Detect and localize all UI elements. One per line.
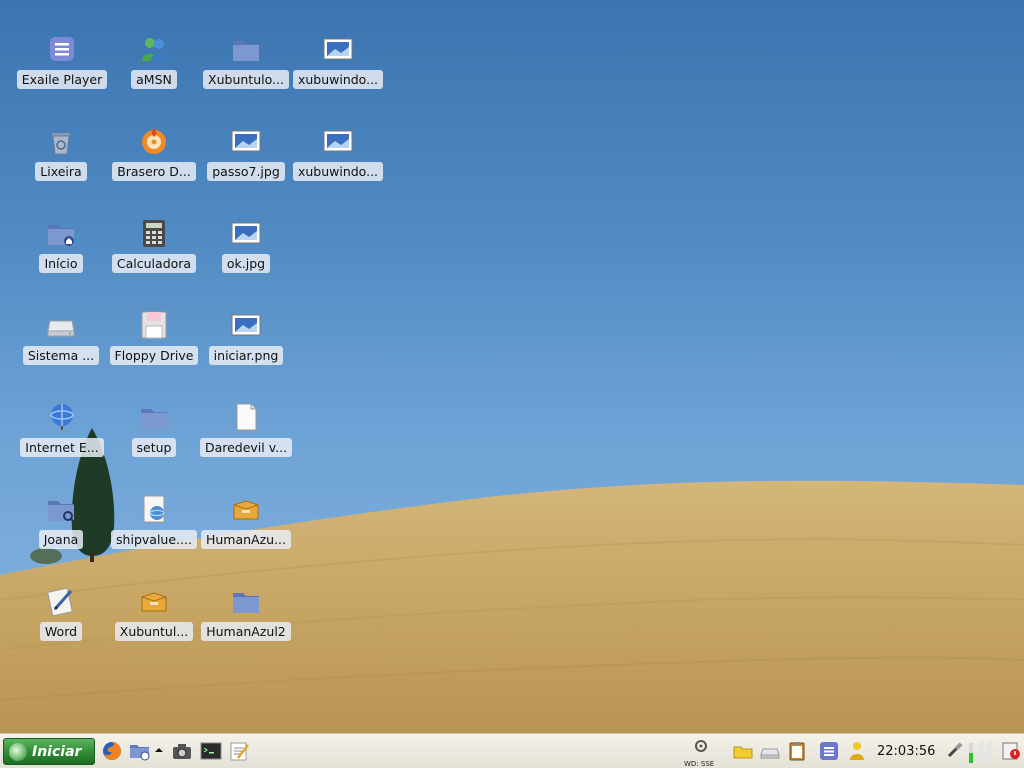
desktop-icon-label: passo7.jpg (207, 162, 285, 181)
home-folder-icon (44, 216, 78, 250)
desktop-icon-label: Xubuntulo... (203, 70, 289, 89)
word-processor-icon (44, 584, 78, 618)
desktop-icon-label: Joana (38, 530, 84, 549)
package-box-icon (137, 584, 171, 618)
image-file-icon (229, 216, 263, 250)
desktop-icon-label: Xubuntul... (114, 622, 194, 641)
desktop-icon-label: Início (39, 254, 83, 273)
trash-icon (44, 124, 78, 158)
desktop-icon-xubuwindo-1[interactable]: xubuwindo... (292, 8, 384, 96)
folder-tray-icon[interactable] (732, 740, 754, 762)
package-box-icon (229, 492, 263, 526)
desktop-icon-passo7[interactable]: passo7.jpg (200, 100, 292, 188)
desktop-icon-amsn[interactable]: aMSN (108, 8, 200, 96)
start-logo-icon (9, 742, 27, 761)
clock[interactable]: 22:03:56 (877, 744, 935, 759)
logout-icon[interactable] (1000, 740, 1022, 762)
desktop-icon-humanazul2[interactable]: HumanAzul2 (200, 560, 292, 648)
desktop-icon-label: aMSN (131, 70, 177, 89)
desktop-icon-label: iniciar.png (208, 346, 284, 365)
desktop-icon-label: setup (131, 438, 177, 457)
file-manager-icon[interactable] (129, 740, 151, 762)
music-player-tray-icon[interactable] (818, 740, 840, 762)
desktop-icon-humanazu[interactable]: HumanAzu... (200, 468, 292, 556)
desktop-icon-label: Calculadora (111, 254, 197, 273)
desktop-icon-shipvalue[interactable]: shipvalue.... (108, 468, 200, 556)
web-document-icon (137, 492, 171, 526)
desktop-icon-floppy-drive[interactable]: Floppy Drive (108, 284, 200, 372)
desktop-icon-label: ok.jpg (221, 254, 271, 273)
taskbar: Iniciar WD: SSE 22:03:56 (0, 733, 1024, 768)
start-label: Iniciar (32, 743, 82, 760)
desktop-icon-daredevil[interactable]: Daredevil v... (199, 376, 293, 464)
start-button[interactable]: Iniciar (3, 738, 95, 765)
image-file-icon (321, 124, 355, 158)
clipboard-icon[interactable] (786, 740, 808, 762)
network-wireless-icon[interactable] (690, 737, 712, 759)
text-editor-icon[interactable] (228, 740, 250, 762)
terminal-icon[interactable] (200, 740, 222, 762)
desktop-icon-xubuntulo[interactable]: Xubuntulo... (200, 8, 292, 96)
desktop-icon-trash[interactable]: Lixeira (15, 100, 107, 188)
desktop[interactable]: Exaile Player Lixeira Início Sistema ...… (0, 0, 1024, 733)
desktop-icon-iniciar-png[interactable]: iniciar.png (200, 284, 292, 372)
desktop-icon-internet-explorer[interactable]: Internet E... (16, 376, 108, 464)
battery-level-icon (967, 737, 997, 763)
brasero-disc-icon (137, 124, 171, 158)
desktop-icon-home[interactable]: Início (15, 192, 107, 280)
hard-drive-icon (44, 308, 78, 342)
desktop-icon-label: Brasero D... (112, 162, 196, 181)
floppy-drive-icon (137, 308, 171, 342)
desktop-icon-label: Sistema ... (22, 346, 100, 365)
desktop-icon-exaile-player[interactable]: Exaile Player (16, 8, 108, 96)
search-folder-icon (44, 492, 78, 526)
image-file-icon (229, 308, 263, 342)
user-messenger-icon[interactable] (846, 740, 868, 762)
folder-icon (229, 32, 263, 66)
desktop-icon-setup[interactable]: setup (108, 376, 200, 464)
drive-tray-icon[interactable] (759, 740, 781, 762)
desktop-icon-label: HumanAzul2 (201, 622, 291, 641)
desktop-icon-label: xubuwindo... (292, 162, 384, 181)
wifi-status-label: WD: SSE (684, 760, 715, 768)
desktop-icon-brasero[interactable]: Brasero D... (108, 100, 200, 188)
desktop-icon-word[interactable]: Word (15, 560, 107, 648)
camera-icon[interactable] (171, 740, 193, 762)
desktop-icon-label: Lixeira (35, 162, 87, 181)
desktop-icon-xubuwindo-2[interactable]: xubuwindo... (292, 100, 384, 188)
desktop-icon-label: shipvalue.... (111, 530, 197, 549)
desktop-icon-xubuntul[interactable]: Xubuntul... (108, 560, 200, 648)
chevron-down-icon[interactable] (154, 740, 164, 762)
desktop-icon-label: Exaile Player (16, 70, 108, 89)
desktop-icon-calculadora[interactable]: Calculadora (108, 192, 200, 280)
internet-globe-icon (45, 400, 79, 434)
desktop-icon-label: Floppy Drive (109, 346, 199, 365)
folder-icon (137, 400, 171, 434)
image-file-icon (229, 124, 263, 158)
amsn-messenger-icon (137, 32, 171, 66)
image-file-icon (321, 32, 355, 66)
desktop-icon-label: Word (39, 622, 83, 641)
folder-icon (229, 584, 263, 618)
desktop-icon-label: Internet E... (20, 438, 104, 457)
document-file-icon (229, 400, 263, 434)
desktop-icon-ok-jpg[interactable]: ok.jpg (200, 192, 292, 280)
desktop-icon-label: xubuwindo... (292, 70, 384, 89)
calculator-icon (137, 216, 171, 250)
power-plug-icon[interactable] (943, 740, 965, 762)
desktop-icon-sistema[interactable]: Sistema ... (15, 284, 107, 372)
desktop-icon-label: Daredevil v... (199, 438, 293, 457)
exaile-player-icon (45, 32, 79, 66)
desktop-icon-joana[interactable]: Joana (15, 468, 107, 556)
firefox-icon[interactable] (101, 740, 123, 762)
desktop-icon-label: HumanAzu... (200, 530, 292, 549)
